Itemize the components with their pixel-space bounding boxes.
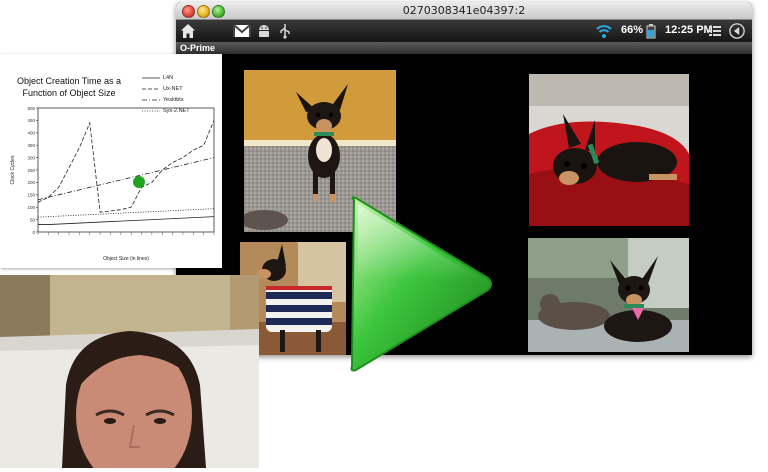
- home-icon[interactable]: [180, 23, 196, 39]
- y-tick-label: 350: [27, 143, 35, 148]
- y-tick-label: 50: [30, 217, 36, 222]
- usb-icon: [280, 24, 290, 39]
- x-axis-label: Object Size (in lines): [103, 256, 149, 262]
- series-line-3: [37, 208, 215, 218]
- menu-list-icon[interactable]: [708, 23, 722, 39]
- y-tick-label: 0: [32, 230, 35, 235]
- wifi-icon: [596, 25, 612, 38]
- webcam-feed: [0, 275, 259, 468]
- y-tick-label: 250: [27, 168, 35, 173]
- play-icon[interactable]: [344, 190, 496, 378]
- y-tick-label: 450: [27, 118, 35, 123]
- y-tick-label: 100: [27, 205, 35, 210]
- window-titlebar: 0270308341e04397:2: [176, 2, 752, 20]
- y-tick-label: 300: [27, 155, 35, 160]
- y-tick-label: 400: [27, 131, 35, 136]
- android-debug-icon: [259, 25, 269, 37]
- chart-panel: Object Creation Time as a Function of Ob…: [0, 54, 222, 268]
- photo-chihuahua-red-cushion[interactable]: [529, 74, 689, 226]
- pointer-marker: [133, 176, 145, 188]
- clock: 12:25 PM: [665, 24, 713, 36]
- gmail-icon: [233, 24, 251, 37]
- battery-percent: 66%: [621, 24, 644, 36]
- y-tick-label: 200: [27, 180, 35, 185]
- app-title-bar: O-Prime: [176, 42, 752, 54]
- series-line-0: [38, 216, 215, 225]
- back-icon[interactable]: [728, 23, 746, 39]
- series-line-1: [37, 120, 215, 213]
- battery-icon: [646, 24, 656, 39]
- photo-chihuahua-with-cat[interactable]: [528, 238, 689, 352]
- y-tick-label: 500: [27, 106, 35, 111]
- chart-plot: 500450400350300250200150100500Object Siz…: [10, 106, 215, 262]
- android-status-bar: 66% 12:25 PM: [176, 20, 752, 42]
- y-axis-label: Clock Cycles: [10, 155, 16, 184]
- series-line-2: [37, 157, 215, 201]
- plot-frame: [37, 107, 215, 233]
- window-title: 0270308341e04397:2: [402, 4, 526, 17]
- app-title: O-Prime: [180, 43, 216, 53]
- y-tick-label: 150: [27, 193, 35, 198]
